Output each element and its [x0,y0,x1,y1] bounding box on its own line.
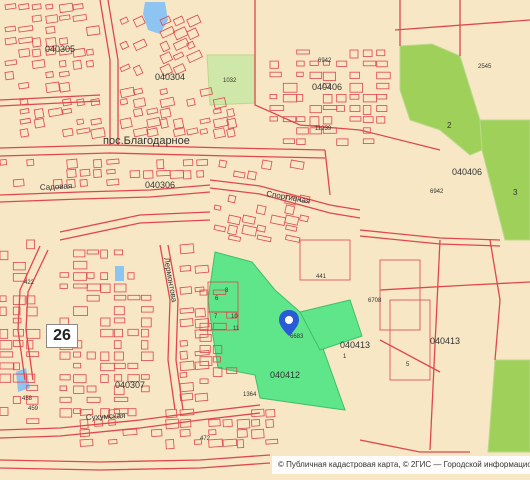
parcel-number: 441 [316,274,327,280]
parcel-number: 6708 [368,298,382,304]
parcel-number: 2 [447,121,452,130]
quarter-label: 040305 [45,44,75,54]
quarter-label: 040412 [270,370,300,380]
quarter-label: 040413 [340,340,370,350]
parcel-number: 2545 [478,64,492,70]
parcel-number: 3 [513,188,518,197]
parcel-number: 11239 [315,126,332,132]
parcel-number: 458 [22,396,33,402]
cadastral-map[interactable]: 040305 040304 040306 040307 040406 040412 0404… [0,0,530,480]
quarter-label: 040306 [145,180,175,190]
locality-label: пос.Благодарное [103,135,190,147]
quarter-label: 040406 [312,82,342,92]
parcel-number: 472 [200,436,211,442]
street-label: Садовая [40,181,73,192]
parcel-number: 11 [233,326,240,332]
map-attribution[interactable]: © Публичная кадастровая карта, © 2ГИС — … [272,456,530,474]
quarter-label: 040413 [430,336,460,346]
parcel-number: 1032 [223,78,237,84]
map-canvas[interactable]: 040305 040304 040306 040307 040406 040412 0404… [0,0,530,480]
parcel-number: 422 [24,280,35,286]
parcel-number: 6942 [430,189,444,195]
pond-small [115,266,124,281]
parcel-number: 1364 [243,392,257,398]
parcel-number: 10 [231,314,238,320]
quarter-label: 040304 [155,72,185,82]
route-number-badge: 26 [46,324,78,348]
quarter-label: 040406 [452,167,482,177]
parcel-number: 459 [28,406,39,412]
location-pin-icon[interactable] [279,310,299,336]
quarter-label: 040307 [115,380,145,390]
parcel-number: 6942 [318,58,332,64]
forest-parcel-right-lower[interactable] [487,359,530,453]
